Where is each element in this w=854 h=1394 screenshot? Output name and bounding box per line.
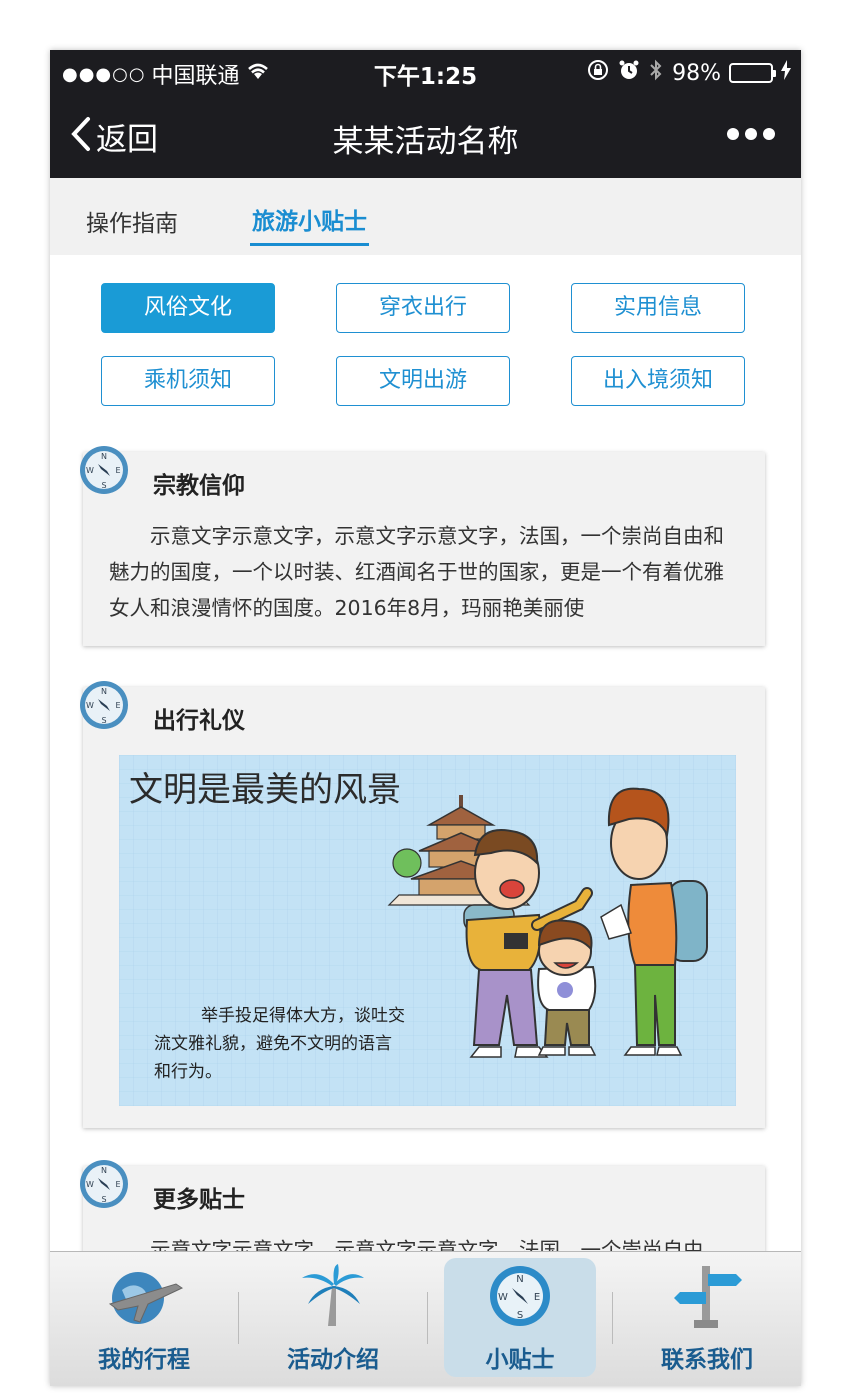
- illustration-caption-line-3: 和行为。: [154, 1062, 222, 1082]
- svg-text:W: W: [498, 1292, 508, 1303]
- card-text: 示意文字示意文字，示意文字示意文字，法国，一个崇尚自由和魅力的国度，一个以时装、…: [109, 524, 724, 620]
- svg-text:E: E: [115, 466, 120, 475]
- tab-label: 小贴士: [485, 1347, 555, 1373]
- bluetooth-icon: [648, 58, 664, 88]
- phone-screen: ●●●○○ 中国联通 下午1:25 98% 返回 某某活动名称 操作指南 旅游小…: [50, 50, 801, 1386]
- card-title: 更多贴士: [153, 1187, 245, 1213]
- svg-text:W: W: [86, 466, 94, 475]
- tab-activity-intro[interactable]: 活动介绍: [239, 1252, 427, 1386]
- plane-globe-icon: [102, 1264, 186, 1334]
- nav-bar: 返回 某某活动名称: [50, 92, 801, 178]
- compass-icon: N SW E: [78, 679, 130, 731]
- tab-travel-tips[interactable]: 旅游小贴士: [250, 202, 369, 246]
- tab-label: 我的行程: [98, 1347, 190, 1373]
- charging-icon: [781, 60, 791, 86]
- page-title: 某某活动名称: [332, 124, 519, 160]
- tab-label: 活动介绍: [287, 1347, 379, 1373]
- svg-text:S: S: [101, 716, 106, 725]
- illustration-caption-line-1: 举手投足得体大方，谈吐交: [201, 1006, 405, 1026]
- svg-text:E: E: [534, 1292, 540, 1303]
- compass-icon: N SW E: [78, 1158, 130, 1210]
- card-title: 宗教信仰: [153, 473, 245, 499]
- more-dot: [727, 128, 739, 140]
- battery-icon: [729, 63, 776, 83]
- compass-icon: N SW E: [78, 444, 130, 496]
- tab-label: 联系我们: [661, 1347, 753, 1373]
- illustration-heading: 文明是最美的风景: [129, 770, 401, 810]
- svg-text:N: N: [101, 687, 107, 696]
- svg-text:S: S: [101, 481, 106, 490]
- tab-divider: [427, 1292, 428, 1344]
- category-entry-exit-button[interactable]: 出入境须知: [571, 356, 745, 406]
- battery-percent: 98%: [672, 60, 721, 86]
- more-button[interactable]: [727, 128, 775, 140]
- rotation-lock-icon: [586, 58, 610, 88]
- illustration-caption-line-2: 流文雅礼貌，避免不文明的语言: [154, 1034, 392, 1054]
- category-boarding-notice-button[interactable]: 乘机须知: [101, 356, 275, 406]
- alarm-icon: [618, 59, 640, 87]
- svg-text:N: N: [516, 1274, 523, 1285]
- tab-tips[interactable]: N SW E 小贴士: [440, 1252, 600, 1386]
- category-clothing-travel-button[interactable]: 穿衣出行: [336, 283, 510, 333]
- svg-text:W: W: [86, 1180, 94, 1189]
- child-figure: [537, 919, 597, 1056]
- svg-text:W: W: [86, 701, 94, 710]
- category-customs-culture-button[interactable]: 风俗文化: [101, 283, 275, 333]
- signpost-icon: [672, 1264, 742, 1334]
- svg-text:E: E: [115, 701, 120, 710]
- tab-operation-guide[interactable]: 操作指南: [86, 204, 178, 238]
- sub-tab-bar: 操作指南 旅游小贴士: [50, 178, 801, 255]
- svg-text:E: E: [115, 1180, 120, 1189]
- tab-contact-us[interactable]: 联系我们: [613, 1252, 801, 1386]
- status-bar: ●●●○○ 中国联通 下午1:25 98%: [50, 50, 801, 92]
- category-civilized-travel-button[interactable]: 文明出游: [336, 356, 510, 406]
- compass-icon: N SW E: [488, 1264, 552, 1332]
- svg-text:N: N: [101, 1166, 107, 1175]
- tip-card-religion[interactable]: 宗教信仰 示意文字示意文字，示意文字示意文字，法国，一个崇尚自由和魅力的国度，一…: [83, 452, 765, 646]
- palm-tree-icon: [298, 1264, 368, 1334]
- svg-text:S: S: [517, 1310, 523, 1321]
- more-dot: [763, 128, 775, 140]
- category-practical-info-button[interactable]: 实用信息: [571, 283, 745, 333]
- status-right: 98%: [586, 58, 791, 88]
- card-title: 出行礼仪: [153, 708, 245, 734]
- bottom-tab-bar: 我的行程 活动介绍 N SW E 小贴士 联系我们: [50, 1251, 801, 1386]
- etiquette-illustration: 文明是最美的风景 举手投足得体大方，谈吐交 流文雅礼貌，避免不文明的语言 和行为…: [119, 755, 736, 1106]
- more-dot: [745, 128, 757, 140]
- svg-text:N: N: [101, 452, 107, 461]
- tab-my-itinerary[interactable]: 我的行程: [50, 1252, 238, 1386]
- tip-card-etiquette[interactable]: 出行礼仪 文明是最美的风景 举手投足得体大方，谈吐交 流文雅礼貌，避免不文明的语…: [83, 687, 765, 1128]
- svg-text:S: S: [101, 1195, 106, 1204]
